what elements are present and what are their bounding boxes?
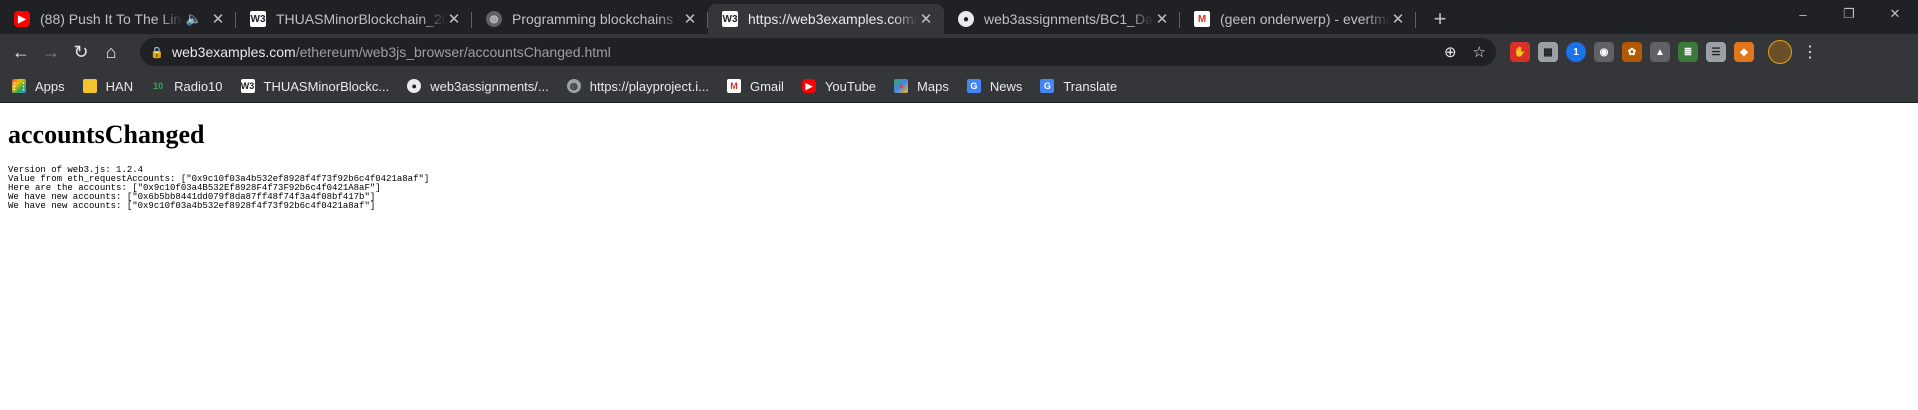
reload-button[interactable]: ↻ [66,37,96,67]
new-tab-button[interactable]: + [1426,4,1454,34]
close-tab-icon[interactable]: ✕ [1390,10,1406,28]
url-host: web3examples.com [172,44,296,60]
tab-programming-blockchains[interactable]: ◍ Programming blockchains ✕ [472,4,708,34]
bookmark-label: https://playproject.i... [589,78,709,94]
bookmark-label: Apps [35,78,65,94]
bookmark-web3assignments[interactable]: ● web3assignments/... [407,79,549,94]
youtube-icon: ▶ [801,79,816,93]
forward-button[interactable]: → [36,37,66,67]
toolbar: ← → ↻ ⌂ 🔒 web3examples.com/ethereum/web3… [0,34,1918,70]
restore-button[interactable]: ❐ [1826,0,1872,28]
tab-title: (88) Push It To The Limit (scan [40,11,182,27]
tab-strip: ▶ (88) Push It To The Limit (scan 🔈 ✕ W3… [0,0,1918,34]
minimize-button[interactable]: – [1780,0,1826,28]
bookmarks-bar: ⋮⋮ Apps HAN 10 Radio10 W3 THUASMinorBlockc.… [0,70,1918,103]
bookmark-playproject[interactable]: ◍ https://playproject.i... [566,78,709,94]
extensions-area: ✋ ▦ 1 ◉ ✿ ▲ ≣ ☰ ◆ ⋮ [1506,40,1818,64]
bookmark-radio10[interactable]: 10 Radio10 [151,79,222,94]
adblock-icon[interactable]: ✋ [1510,42,1530,62]
console-log: Version of web3.js: 1.2.4 Value from eth… [8,166,1910,211]
back-button[interactable]: ← [6,37,36,67]
page-title: accountsChanged [8,120,205,149]
window-controls: – ❐ ✕ [1780,0,1918,28]
tab-title: Programming blockchains [512,11,674,27]
github-icon: ● [958,11,974,27]
bookmark-news[interactable]: G News [966,78,1023,94]
close-tab-icon[interactable]: ✕ [210,10,226,28]
w3e-icon: W3 [722,11,738,27]
bookmark-label: YouTube [824,78,877,94]
translate-icon: G [1040,79,1055,93]
bookmark-youtube[interactable]: ▶ YouTube [801,78,877,94]
apps-grid-icon: ⋮⋮ [10,79,28,93]
folder-icon [82,79,97,93]
bookmark-han[interactable]: HAN [82,78,134,94]
tab-gmail[interactable]: M (geen onderwerp) - evertmarinus ✕ [1180,4,1416,34]
gmail-icon: M [1194,11,1210,27]
bookmark-translate[interactable]: G Translate [1040,79,1117,94]
close-window-button[interactable]: ✕ [1872,0,1918,28]
bookmark-apps[interactable]: ⋮⋮ Apps [10,78,65,94]
globe-icon: ◍ [486,11,502,27]
bookmark-thuas[interactable]: W3 THUASMinorBlockc... [240,78,390,94]
browser-chrome: ▶ (88) Push It To The Limit (scan 🔈 ✕ W3… [0,0,1918,103]
star-icon[interactable]: ☆ [1473,43,1486,61]
extension-icon[interactable]: ≣ [1678,42,1698,62]
database-icon[interactable]: ☰ [1706,42,1726,62]
gmail-icon: M [726,79,741,93]
close-tab-icon[interactable]: ✕ [918,10,934,28]
tab-github[interactable]: ● web3assignments/BC1_Dave: Th ✕ [944,4,1180,34]
extension-icon[interactable]: ▦ [1538,42,1558,62]
bookmark-label: HAN [105,78,134,94]
bookmark-label: THUASMinorBlockc... [263,78,390,94]
tab-title: THUASMinorBlockchain_2019202 [276,11,446,27]
tab-web3examples-active[interactable]: W3 https://web3examples.com/ethe ✕ [708,4,944,34]
drive-icon[interactable]: ▲ [1650,42,1670,62]
w3e-icon: W3 [250,11,266,27]
home-button[interactable]: ⌂ [96,37,126,67]
avatar[interactable] [1768,40,1792,64]
tab-title: web3assignments/BC1_Dave: Th [984,11,1154,27]
metamask-icon[interactable]: ◆ [1734,42,1754,62]
address-bar[interactable]: 🔒 web3examples.com/ethereum/web3js_brows… [140,38,1496,66]
log-line: We have new accounts: ["0x9c10f03a4b532e… [8,201,376,211]
close-tab-icon[interactable]: ✕ [682,10,698,28]
maps-icon: ● [894,79,909,93]
camera-icon[interactable]: ◉ [1594,42,1614,62]
github-icon: ● [407,79,422,93]
tab-thuas[interactable]: W3 THUASMinorBlockchain_2019202 ✕ [236,4,472,34]
extension-icon[interactable]: ✿ [1622,42,1642,62]
lock-icon[interactable]: 🔒 [150,46,164,59]
bookmark-label: News [989,78,1023,94]
w3e-icon: W3 [240,79,255,93]
youtube-icon: ▶ [14,11,30,27]
bookmark-maps[interactable]: ● Maps [894,79,949,94]
tab-title: https://web3examples.com/ethe [748,11,918,27]
speaker-icon[interactable]: 🔈 [186,11,202,27]
page-content: accountsChanged Version of web3.js: 1.2.… [0,120,1918,211]
bookmark-gmail[interactable]: M Gmail [726,78,784,94]
onepassword-icon[interactable]: 1 [1566,42,1586,62]
bookmark-label: Maps [917,78,949,94]
close-tab-icon[interactable]: ✕ [1154,10,1170,28]
url-path: /ethereum/web3js_browser/accountsChanged… [295,44,611,60]
address-url[interactable]: web3examples.com/ethereum/web3js_browser… [172,44,1428,60]
news-icon: G [966,79,981,93]
radio10-icon: 10 [153,81,164,91]
zoom-icon[interactable]: ⊕ [1444,43,1457,61]
bookmark-label: Gmail [749,78,784,94]
globe-icon: ◍ [566,79,581,93]
kebab-menu-icon[interactable]: ⋮ [1802,42,1818,62]
tab-title: (geen onderwerp) - evertmarinus [1220,11,1390,27]
bookmark-label: Translate [1063,78,1118,94]
close-tab-icon[interactable]: ✕ [446,10,462,28]
bookmark-label: Radio10 [174,78,223,94]
tab-youtube[interactable]: ▶ (88) Push It To The Limit (scan 🔈 ✕ [0,4,236,34]
bookmark-label: web3assignments/... [430,78,549,94]
